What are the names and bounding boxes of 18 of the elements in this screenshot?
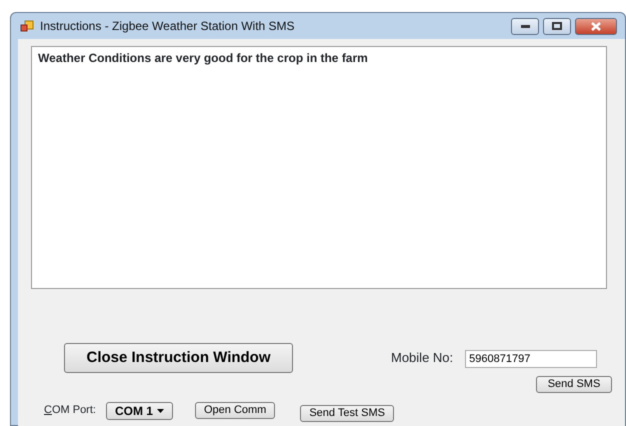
open-comm-button[interactable]: Open Comm bbox=[194, 402, 276, 420]
close-button[interactable] bbox=[575, 18, 617, 34]
com-port-label: COM Port: bbox=[44, 404, 96, 418]
mobile-field[interactable]: 5960871797 bbox=[465, 350, 598, 368]
maximize-icon bbox=[552, 22, 562, 30]
window-title: Instructions - Zigbee Weather Station With SMS bbox=[40, 18, 295, 35]
caret-icon bbox=[156, 408, 164, 413]
send-test-sms-button[interactable]: Send Test SMS bbox=[300, 405, 394, 422]
minimize-icon bbox=[520, 24, 530, 28]
close-instruction-button[interactable]: Close Instruction Window bbox=[64, 343, 293, 373]
minimize-button[interactable] bbox=[511, 18, 539, 34]
app-icon bbox=[20, 20, 34, 32]
send-sms-button[interactable]: Send SMS bbox=[536, 376, 612, 394]
close-icon bbox=[591, 22, 601, 30]
com-port-dropdown[interactable]: COM 1 bbox=[106, 402, 173, 420]
maximize-button[interactable] bbox=[543, 18, 571, 34]
mobile-label: Mobile No: bbox=[391, 350, 454, 366]
message-text: Weather Conditions are very good for the crop in the farm bbox=[31, 46, 607, 289]
